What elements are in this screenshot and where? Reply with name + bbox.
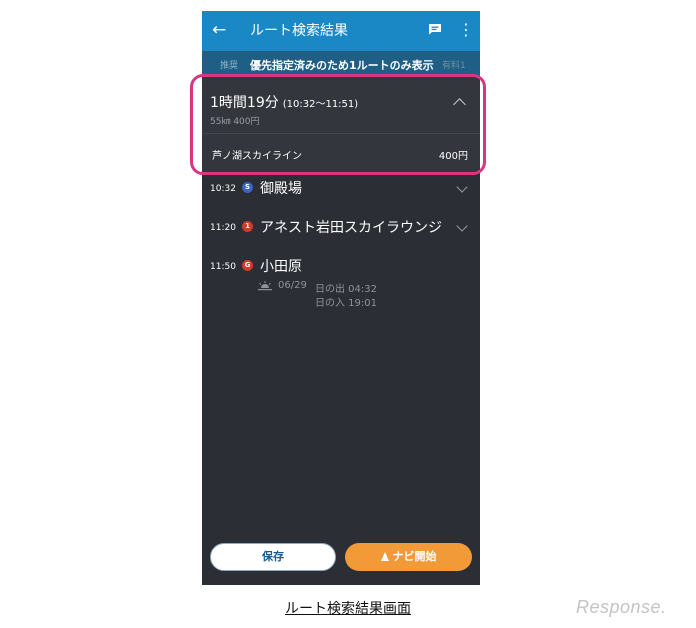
more-menu-icon[interactable]: ⋮ xyxy=(458,20,474,40)
response-watermark: Response. xyxy=(576,597,667,617)
single-route-notice: 優先指定済みのため1ルートのみ表示 xyxy=(250,59,434,72)
tab-recommended[interactable]: 推奨 xyxy=(220,58,238,71)
stop-name: アネスト岩田スカイラウンジ xyxy=(260,220,442,236)
stop-name: 御殿場 xyxy=(260,181,302,197)
start-navigation-label: ナビ開始 xyxy=(392,550,437,563)
goal-badge-icon: G xyxy=(242,260,253,271)
stop-time: 11:20 xyxy=(210,223,236,233)
stop-row-start[interactable]: 10:32 S 御殿場 xyxy=(202,175,480,203)
caption-text: ルート検索結果画面 xyxy=(285,601,411,617)
tab-toll[interactable]: 有料1 xyxy=(442,58,466,71)
sun-date: 06/29 xyxy=(278,280,307,291)
chat-icon[interactable] xyxy=(428,23,442,35)
stop-row-waypoint[interactable]: 11:20 1 アネスト岩田スカイラウンジ xyxy=(202,214,480,242)
sunset-time: 日の入 19:01 xyxy=(315,298,377,309)
page-title: ルート検索結果 xyxy=(250,23,348,39)
back-arrow-icon[interactable]: ← xyxy=(212,20,226,40)
navigation-arrow-icon xyxy=(380,552,389,561)
sunrise-icon xyxy=(258,281,272,291)
app-bar: ← ルート検索結果 ⋮ xyxy=(202,11,480,51)
sunrise-time: 日の出 04:32 xyxy=(315,284,377,295)
chevron-down-icon[interactable] xyxy=(456,181,468,193)
waypoint-badge-icon: 1 xyxy=(242,221,253,232)
sun-times: 06/29 日の出 04:32 日の入 19:01 xyxy=(258,277,418,311)
stop-time: 10:32 xyxy=(210,184,236,194)
chevron-down-icon[interactable] xyxy=(456,220,468,232)
highlight-frame xyxy=(190,74,486,175)
start-badge-icon: S xyxy=(242,182,253,193)
stop-time: 11:50 xyxy=(210,262,236,272)
start-navigation-button[interactable]: ナビ開始 xyxy=(345,543,472,571)
save-button[interactable]: 保存 xyxy=(210,543,336,571)
stop-name: 小田原 xyxy=(260,259,302,275)
